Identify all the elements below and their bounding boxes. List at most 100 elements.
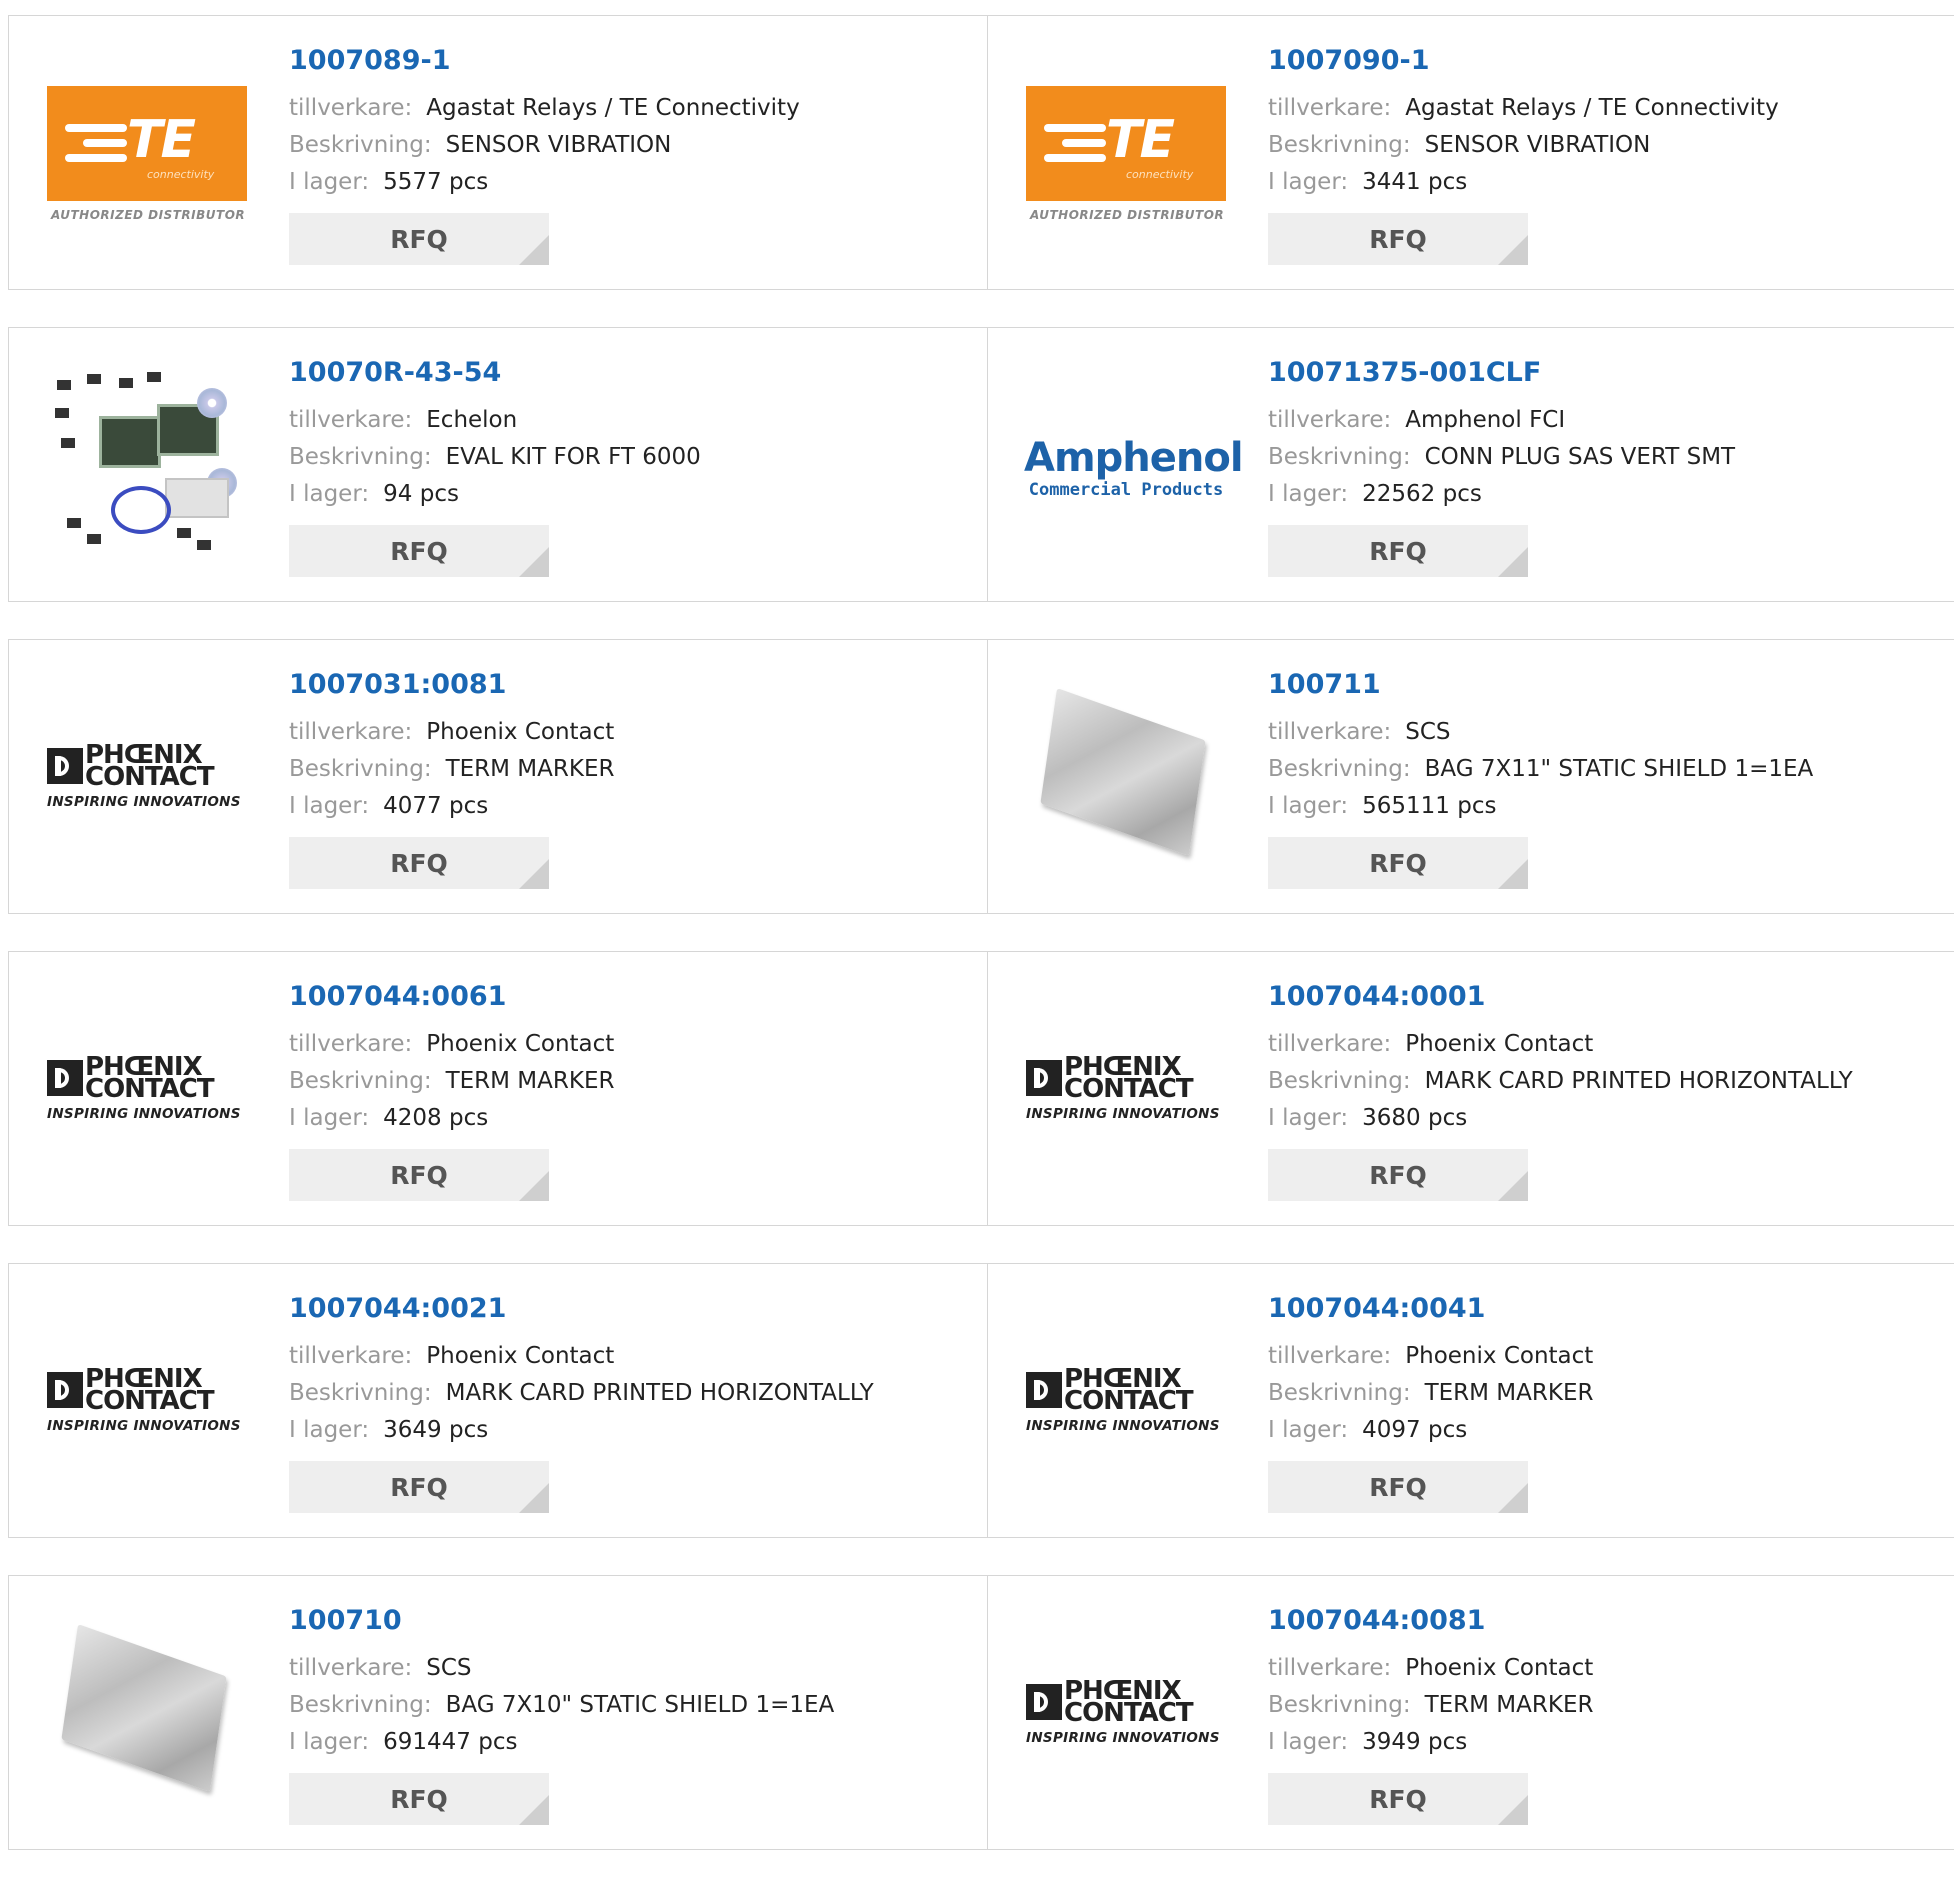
corner-decoration <box>519 547 549 577</box>
product-info: 100711 tillverkare: SCS Beskrivning: BAG 7X1… <box>1268 668 1813 889</box>
manufacturer-label: tillverkare: <box>289 407 413 433</box>
stock-label: I lager: <box>289 1105 370 1131</box>
manufacturer-value: Agastat Relays / TE Connectivity <box>1405 95 1779 121</box>
stock-value: 22562 pcs <box>1362 481 1482 507</box>
product-image[interactable]: TE connectivity AUTHORIZED DISTRIBUTOR <box>47 56 247 256</box>
product-card: PHŒNIX CONTACT INSPIRING INNOVATIONS 100… <box>988 1264 1954 1537</box>
rfq-button[interactable]: RFQ <box>289 1461 549 1513</box>
manufacturer-row: tillverkare: Phoenix Contact <box>289 1338 874 1375</box>
phoenix-contact-logo: PHŒNIX CONTACT INSPIRING INNOVATIONS <box>47 1364 241 1434</box>
manufacturer-label: tillverkare: <box>1268 1343 1392 1369</box>
part-number-link[interactable]: 1007089-1 <box>289 44 800 90</box>
product-image[interactable]: Amphenol Commercial Products <box>1024 368 1244 568</box>
stock-label: I lager: <box>1268 793 1349 819</box>
stock-value: 4097 pcs <box>1362 1417 1468 1443</box>
part-number-link[interactable]: 100710 <box>289 1604 834 1650</box>
stock-label: I lager: <box>1268 169 1349 195</box>
description-label: Beskrivning: <box>1268 1068 1411 1094</box>
rfq-button[interactable]: RFQ <box>1268 1773 1528 1825</box>
product-grid: TE connectivity AUTHORIZED DISTRIBUTOR 1… <box>8 15 1954 1887</box>
manufacturer-label: tillverkare: <box>1268 95 1392 121</box>
manufacturer-label: tillverkare: <box>289 1031 413 1057</box>
manufacturer-value: Phoenix Contact <box>1405 1343 1594 1369</box>
product-image[interactable]: PHŒNIX CONTACT INSPIRING INNOVATIONS <box>1026 992 1226 1192</box>
product-image[interactable] <box>1026 680 1226 880</box>
part-number-link[interactable]: 1007044:0081 <box>1268 1604 1593 1650</box>
corner-decoration <box>519 235 549 265</box>
part-number-link[interactable]: 1007044:0061 <box>289 980 614 1026</box>
rfq-button[interactable]: RFQ <box>289 213 549 265</box>
description-row: Beskrivning: TERM MARKER <box>289 1063 614 1100</box>
rfq-button[interactable]: RFQ <box>289 837 549 889</box>
description-label: Beskrivning: <box>1268 756 1411 782</box>
manufacturer-label: tillverkare: <box>289 1655 413 1681</box>
stock-label: I lager: <box>1268 1105 1349 1131</box>
corner-decoration <box>1498 859 1528 889</box>
description-value: TERM MARKER <box>1424 1380 1594 1406</box>
rfq-button[interactable]: RFQ <box>1268 1461 1528 1513</box>
manufacturer-value: Phoenix Contact <box>1405 1655 1594 1681</box>
te-connectivity-logo: TE connectivity AUTHORIZED DISTRIBUTOR <box>47 86 247 226</box>
manufacturer-value: Phoenix Contact <box>426 1343 615 1369</box>
description-row: Beskrivning: CONN PLUG SAS VERT SMT <box>1268 439 1735 476</box>
manufacturer-label: tillverkare: <box>289 1343 413 1369</box>
product-card: 10070R-43-54 tillverkare: Echelon Beskrivni… <box>9 328 988 601</box>
product-image[interactable]: PHŒNIX CONTACT INSPIRING INNOVATIONS <box>1026 1304 1226 1504</box>
product-image[interactable]: PHŒNIX CONTACT INSPIRING INNOVATIONS <box>47 680 247 880</box>
product-image[interactable]: PHŒNIX CONTACT INSPIRING INNOVATIONS <box>1026 1616 1226 1816</box>
product-info: 1007044:0061 tillverkare: Phoenix Contact B… <box>289 980 614 1201</box>
rfq-label: RFQ <box>390 848 448 878</box>
part-number-link[interactable]: 1007031:0081 <box>289 668 614 714</box>
rfq-button[interactable]: RFQ <box>1268 213 1528 265</box>
rfq-button[interactable]: RFQ <box>1268 525 1528 577</box>
manufacturer-value: Agastat Relays / TE Connectivity <box>426 95 800 121</box>
description-value: EVAL KIT FOR FT 6000 <box>445 444 701 470</box>
rfq-label: RFQ <box>390 1784 448 1814</box>
rfq-label: RFQ <box>1369 224 1427 254</box>
product-image[interactable]: TE connectivity AUTHORIZED DISTRIBUTOR <box>1026 56 1226 256</box>
product-card: TE connectivity AUTHORIZED DISTRIBUTOR 1… <box>9 16 988 289</box>
product-image[interactable]: PHŒNIX CONTACT INSPIRING INNOVATIONS <box>47 992 247 1192</box>
product-card: PHŒNIX CONTACT INSPIRING INNOVATIONS 100… <box>9 952 988 1225</box>
product-info: 1007044:0001 tillverkare: Phoenix Contact B… <box>1268 980 1853 1201</box>
stock-row: I lager: 4208 pcs <box>289 1100 614 1137</box>
product-info: 1007089-1 tillverkare: Agastat Relays / TE… <box>289 44 800 265</box>
product-card: 100710 tillverkare: SCS Beskrivning: BAG 7X1… <box>9 1576 988 1849</box>
phoenix-contact-logo: PHŒNIX CONTACT INSPIRING INNOVATIONS <box>47 740 241 810</box>
stock-row: I lager: 3649 pcs <box>289 1412 874 1449</box>
part-number-link[interactable]: 10071375-001CLF <box>1268 356 1735 402</box>
part-number-link[interactable]: 1007090-1 <box>1268 44 1779 90</box>
rfq-button[interactable]: RFQ <box>1268 837 1528 889</box>
te-connectivity-logo: TE connectivity AUTHORIZED DISTRIBUTOR <box>1026 86 1226 226</box>
part-number-link[interactable]: 100711 <box>1268 668 1813 714</box>
rfq-button[interactable]: RFQ <box>289 1773 549 1825</box>
stock-row: I lager: 3680 pcs <box>1268 1100 1853 1137</box>
corner-decoration <box>1498 547 1528 577</box>
product-image[interactable]: PHŒNIX CONTACT INSPIRING INNOVATIONS <box>47 1304 247 1504</box>
part-number-link[interactable]: 10070R-43-54 <box>289 356 701 402</box>
stock-value: 4077 pcs <box>383 793 489 819</box>
stock-label: I lager: <box>1268 1729 1349 1755</box>
corner-decoration <box>519 859 549 889</box>
stock-row: I lager: 5577 pcs <box>289 164 800 201</box>
part-number-link[interactable]: 1007044:0001 <box>1268 980 1853 1026</box>
description-label: Beskrivning: <box>289 1692 432 1718</box>
manufacturer-row: tillverkare: SCS <box>289 1650 834 1687</box>
rfq-button[interactable]: RFQ <box>1268 1149 1528 1201</box>
product-info: 1007044:0041 tillverkare: Phoenix Contact B… <box>1268 1292 1593 1513</box>
part-number-link[interactable]: 1007044:0021 <box>289 1292 874 1338</box>
corner-decoration <box>519 1171 549 1201</box>
part-number-link[interactable]: 1007044:0041 <box>1268 1292 1593 1338</box>
product-image[interactable] <box>47 368 247 568</box>
product-card: 100711 tillverkare: SCS Beskrivning: BAG 7X1… <box>988 640 1954 913</box>
manufacturer-row: tillverkare: Phoenix Contact <box>1268 1650 1593 1687</box>
rfq-button[interactable]: RFQ <box>289 1149 549 1201</box>
description-row: Beskrivning: TERM MARKER <box>1268 1375 1593 1412</box>
stock-row: I lager: 94 pcs <box>289 476 701 513</box>
product-card: Amphenol Commercial Products 10071375-00… <box>988 328 1954 601</box>
product-card: PHŒNIX CONTACT INSPIRING INNOVATIONS 100… <box>9 1264 988 1537</box>
product-image[interactable] <box>47 1616 247 1816</box>
rfq-button[interactable]: RFQ <box>289 525 549 577</box>
phoenix-contact-logo: PHŒNIX CONTACT INSPIRING INNOVATIONS <box>1026 1364 1220 1434</box>
eval-kit-image <box>47 368 247 568</box>
